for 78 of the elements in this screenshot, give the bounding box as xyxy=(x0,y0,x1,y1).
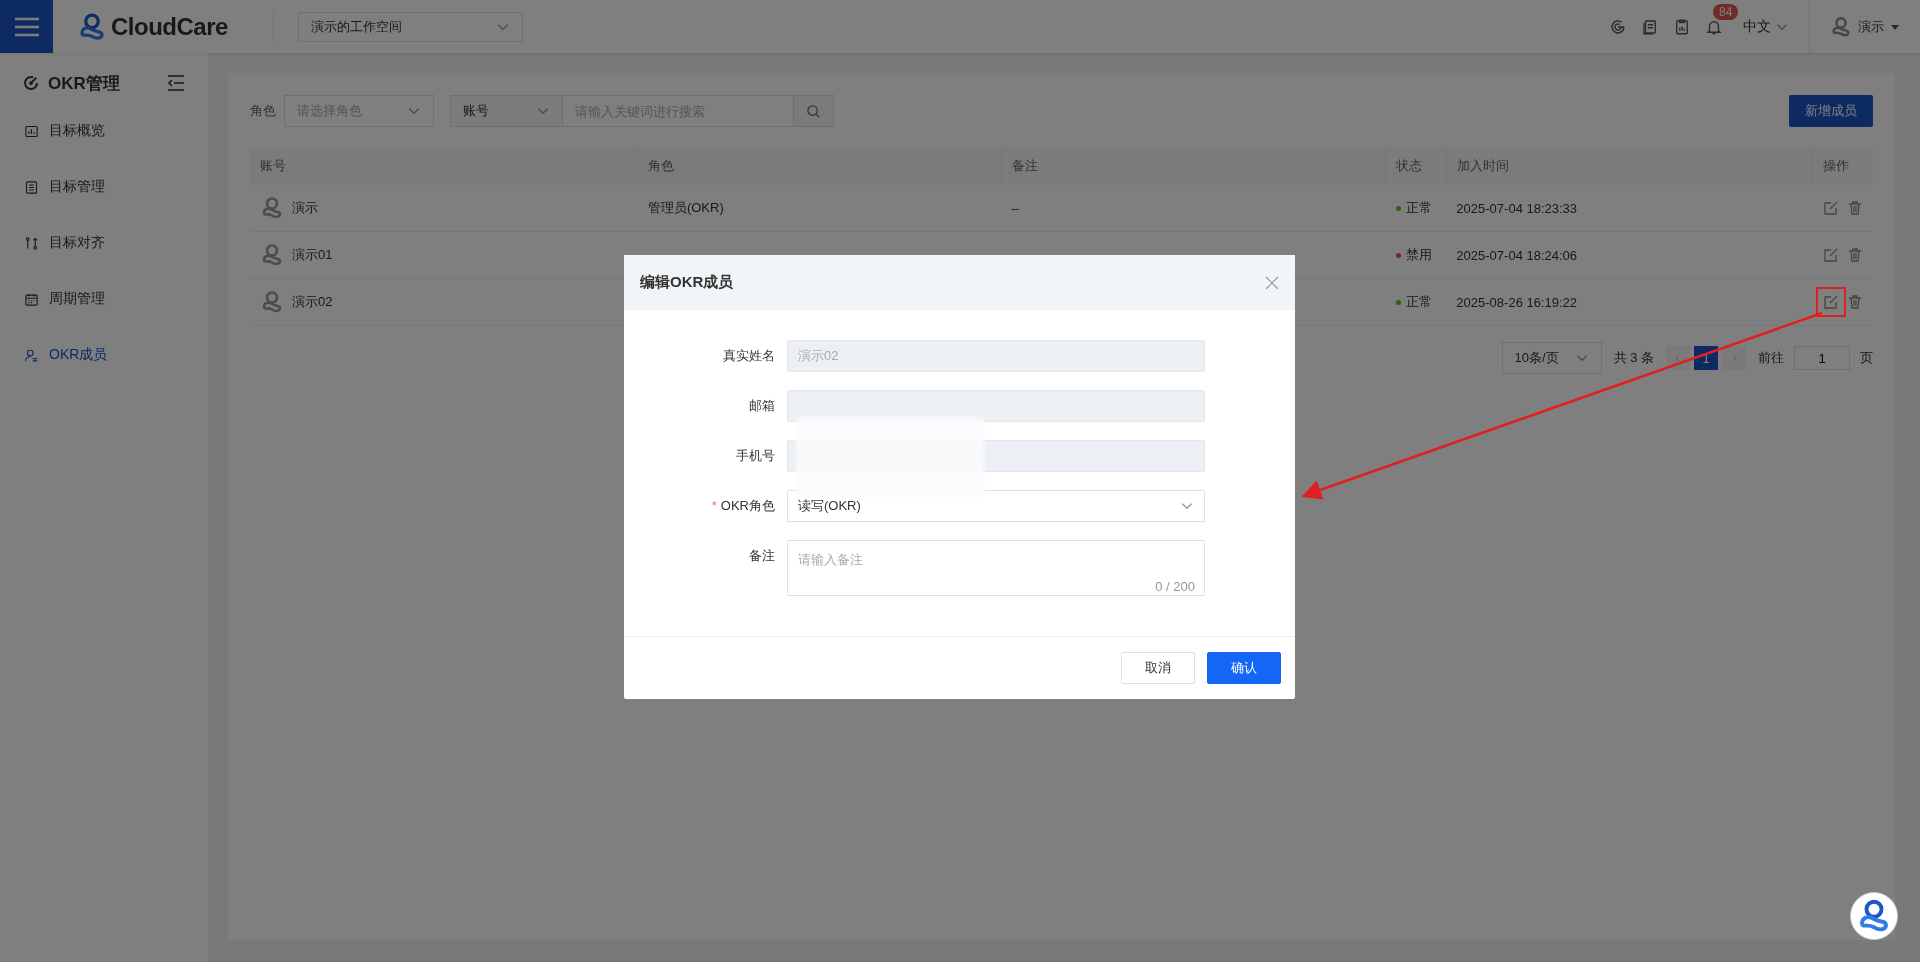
table-cell: 演示02 xyxy=(292,293,333,311)
cancel-button[interactable]: 取消 xyxy=(1121,652,1195,684)
list-icon xyxy=(24,179,39,195)
close-button[interactable] xyxy=(1265,275,1279,290)
cloud-logo-icon xyxy=(77,11,107,42)
table-cell: 2025-08-26 16:19:22 xyxy=(1456,294,1578,310)
brand-name: CloudCare xyxy=(111,12,228,41)
trash-icon xyxy=(1846,200,1863,216)
avatar-icon xyxy=(260,196,284,220)
menu-button[interactable] xyxy=(0,0,53,53)
delete-button[interactable] xyxy=(1846,200,1863,216)
page-size-select[interactable]: 10条/页 xyxy=(1501,342,1602,374)
field-label: 手机号 xyxy=(736,447,775,465)
avatar-icon xyxy=(260,290,284,314)
branch-icon xyxy=(24,235,39,251)
edit-button[interactable] xyxy=(1822,247,1839,263)
sidebar-item[interactable]: 目标对齐 xyxy=(0,215,208,271)
document-icon[interactable] xyxy=(1641,17,1659,36)
column-header: 状态 xyxy=(1396,158,1422,173)
user-icon xyxy=(24,347,39,363)
column-header: 备注 xyxy=(1011,158,1038,173)
spiral-icon[interactable] xyxy=(1609,17,1627,36)
search-icon xyxy=(806,103,821,119)
field-label: 真实姓名 xyxy=(723,347,775,365)
table-cell: 演示 xyxy=(292,199,318,217)
search-button[interactable] xyxy=(794,95,834,127)
goto-label: 前往 xyxy=(1758,349,1784,367)
collapse-icon[interactable] xyxy=(166,74,186,92)
chart-icon xyxy=(24,123,39,139)
column-header: 账号 xyxy=(260,158,286,173)
filter-label: 角色 xyxy=(250,102,276,120)
prev-page-button[interactable] xyxy=(1666,346,1690,370)
sidebar-item[interactable]: 周期管理 xyxy=(0,271,208,327)
edit-icon xyxy=(1822,200,1839,216)
sidebar-item[interactable]: 目标管理 xyxy=(0,159,208,215)
target-icon xyxy=(22,74,40,92)
table-cell: 管理员(OKR) xyxy=(647,200,724,215)
confirm-button[interactable]: 确认 xyxy=(1207,652,1281,684)
language-select[interactable]: 中文 xyxy=(1737,0,1810,53)
workspace-select[interactable]: 演示的工作空间 xyxy=(297,11,523,42)
char-counter: 0 / 200 xyxy=(1155,579,1195,594)
avatar-icon xyxy=(1830,15,1852,38)
status-text: 正常 xyxy=(1405,199,1432,217)
search-type-select[interactable]: 账号 xyxy=(450,95,562,127)
edit-button[interactable] xyxy=(1822,200,1839,216)
trash-icon xyxy=(1846,247,1863,263)
table-cell: 2025-07-04 18:24:06 xyxy=(1456,247,1578,263)
delete-button[interactable] xyxy=(1846,294,1863,310)
field-label: 邮箱 xyxy=(749,397,775,415)
delete-button[interactable] xyxy=(1846,247,1863,263)
sidebar-item[interactable]: OKR成员 xyxy=(0,327,208,383)
sidebar-title: OKR管理 xyxy=(48,72,120,95)
table-cell: 演示01 xyxy=(292,246,333,264)
edit-icon xyxy=(1822,294,1839,310)
sidebar-item[interactable]: 目标概览 xyxy=(0,103,208,159)
status-text: 禁用 xyxy=(1405,246,1432,264)
column-header: 加入时间 xyxy=(1456,158,1509,173)
trash-icon xyxy=(1846,294,1863,310)
table-cell: – xyxy=(1011,200,1019,216)
status-text: 正常 xyxy=(1405,293,1432,311)
field-label: 备注 xyxy=(749,547,775,565)
total-count: 共 3 条 xyxy=(1613,349,1654,367)
table-cell: 2025-07-04 18:23:33 xyxy=(1456,200,1578,216)
avatar-icon xyxy=(260,243,284,267)
required-mark: * xyxy=(711,497,717,515)
clipboard-icon[interactable] xyxy=(1673,17,1691,36)
edit-icon xyxy=(1822,247,1839,263)
calendar-icon xyxy=(24,291,39,307)
user-menu[interactable]: 演示 xyxy=(1810,15,1920,38)
page-suffix: 页 xyxy=(1860,349,1873,367)
edit-button[interactable] xyxy=(1822,294,1839,310)
column-header: 角色 xyxy=(648,158,675,173)
page-number-field[interactable]: 1 xyxy=(1794,346,1850,370)
notification-badge: 84 xyxy=(1713,3,1739,20)
column-header: 操作 xyxy=(1823,158,1850,173)
field-label: OKR角色 xyxy=(720,497,775,515)
add-member-button[interactable]: 新增成员 xyxy=(1789,95,1873,127)
dialog-title: 编辑OKR成员 xyxy=(640,273,734,292)
